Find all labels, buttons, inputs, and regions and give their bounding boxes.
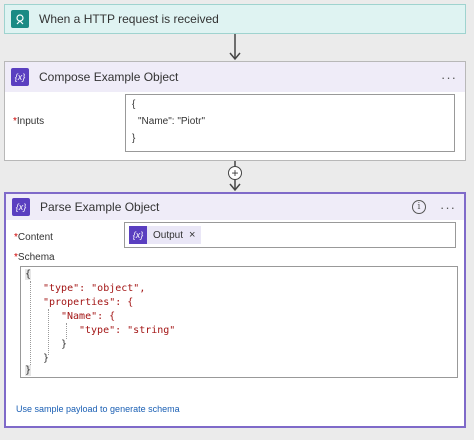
compose-icon: {x} [11,68,29,86]
insert-step-button[interactable]: + [228,166,242,180]
compose-header[interactable]: {x} Compose Example Object ··· [5,62,465,92]
schema-line: "properties": { [43,297,134,308]
compose-more-menu[interactable]: ··· [441,70,457,85]
content-field[interactable]: {x} Output × [124,222,456,248]
inputs-line: { [132,99,136,110]
output-token[interactable]: {x} Output × [129,226,202,244]
parse-more-menu[interactable]: ··· [440,200,456,215]
schema-label: *Schema [14,252,55,263]
indent-guide [30,281,31,367]
inputs-field[interactable]: { "Name": "Piotr" } [125,94,455,152]
trigger-card[interactable]: When a HTTP request is received [4,4,466,34]
schema-line: "type": "string" [79,325,176,336]
schema-line: { [25,269,32,280]
http-request-icon [11,10,29,28]
sample-payload-link[interactable]: Use sample payload to generate schema [16,404,180,414]
content-label: *Content [14,232,53,243]
schema-line: "type": "object", [43,283,146,294]
inputs-label: *Inputs [13,116,45,127]
indent-guide [66,323,67,339]
info-icon[interactable]: i [412,200,426,214]
schema-line: } [43,353,50,364]
schema-editor[interactable]: { "type": "object", "properties": { "Nam… [20,266,458,378]
indent-guide [48,309,49,355]
token-label: Output [153,229,184,241]
parse-card[interactable]: {x} Parse Example Object i ··· *Content … [4,192,466,428]
parse-json-icon: {x} [12,198,30,216]
schema-line: "Name": { [61,311,116,322]
trigger-header[interactable]: When a HTTP request is received [5,5,465,33]
compose-title: Compose Example Object [39,70,179,84]
compose-card[interactable]: {x} Compose Example Object ··· *Inputs {… [4,61,466,161]
plus-icon: + [231,166,239,180]
token-remove-icon[interactable]: × [189,229,195,241]
parse-title: Parse Example Object [40,200,160,214]
connector-arrow [229,34,241,61]
trigger-title: When a HTTP request is received [39,12,219,26]
schema-line: } [25,365,32,376]
parse-header[interactable]: {x} Parse Example Object i ··· [6,194,464,220]
compose-icon: {x} [129,226,147,244]
schema-line: } [61,339,68,350]
inputs-line: } [132,133,136,144]
inputs-line: "Name": "Piotr" [138,116,205,127]
